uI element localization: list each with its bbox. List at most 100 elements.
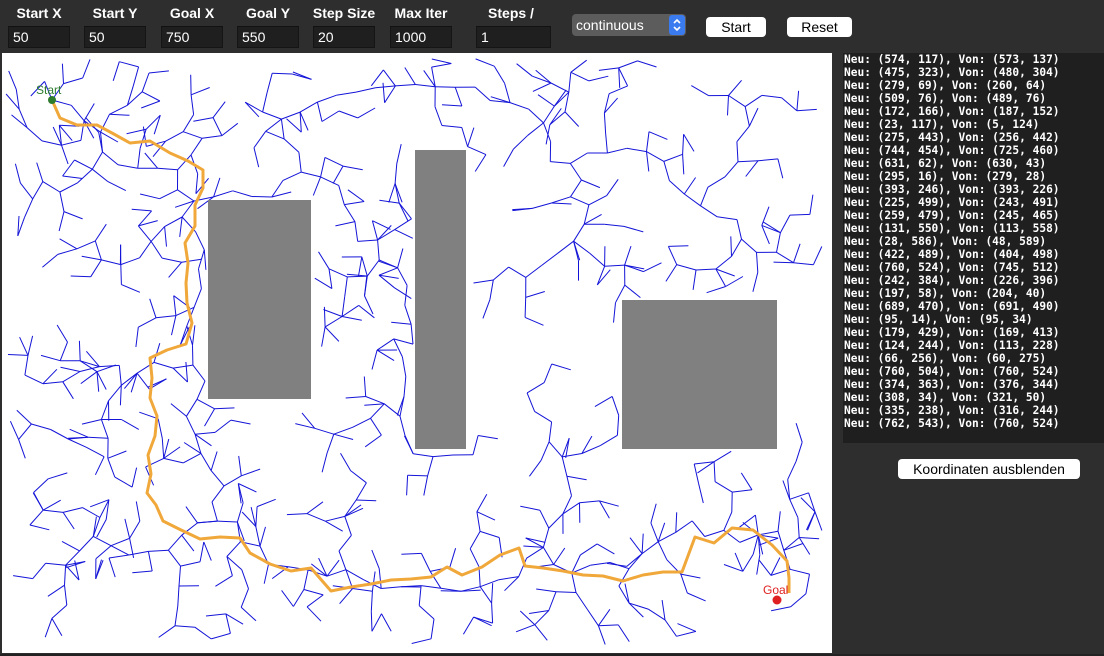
tree-edge xyxy=(94,240,102,261)
tree-edge xyxy=(536,588,557,593)
start-button[interactable]: Start xyxy=(706,17,766,37)
tree-edge xyxy=(525,265,543,278)
hide-coordinates-button[interactable]: Koordinaten ausblenden xyxy=(898,459,1080,479)
tree-edge xyxy=(779,214,791,233)
tree-edge xyxy=(613,302,616,323)
tree-edge xyxy=(51,604,68,619)
tree-edge xyxy=(150,226,165,242)
tree-edge xyxy=(423,475,429,496)
tree-edge xyxy=(33,478,49,493)
tree-edge xyxy=(603,113,607,134)
tree-edge xyxy=(809,194,814,215)
log-line: Neu: (242, 384), Von: (226, 396) xyxy=(844,274,1060,287)
tree-edge xyxy=(195,231,205,251)
tree-edge xyxy=(580,543,598,556)
tree-edge xyxy=(745,160,759,177)
log-line: Neu: (66, 256), Von: (60, 275) xyxy=(844,352,1047,365)
tree-edge xyxy=(539,509,550,529)
tree-edge xyxy=(356,499,377,502)
tree-edge xyxy=(255,506,258,527)
goal-y-label: Goal Y xyxy=(245,5,291,21)
tree-edge xyxy=(371,613,382,632)
tree-edge xyxy=(562,453,582,458)
tree-edge xyxy=(263,564,269,584)
tree-edge xyxy=(161,438,165,459)
tree-edge xyxy=(58,211,65,232)
tree-edge xyxy=(629,537,643,554)
max-iter-field: Max Iter xyxy=(390,4,452,48)
tree-edge xyxy=(513,134,529,150)
tree-edge xyxy=(124,518,131,539)
max-iter-input[interactable] xyxy=(390,26,452,48)
tree-edge xyxy=(144,152,159,169)
tree-edge xyxy=(181,534,195,552)
step-size-input[interactable] xyxy=(313,26,375,48)
tree-edge xyxy=(434,106,443,126)
tree-edge xyxy=(440,590,461,592)
tree-edge xyxy=(312,176,322,196)
tree-edge xyxy=(100,419,109,439)
tree-edge xyxy=(410,324,414,345)
tree-edge xyxy=(551,202,572,205)
tree-edge xyxy=(61,139,82,146)
tree-edge xyxy=(190,87,210,96)
start-x-input[interactable] xyxy=(8,26,70,48)
tree-edge xyxy=(473,279,494,284)
tree-edge xyxy=(777,511,781,532)
tree-edge xyxy=(698,483,704,504)
tree-edge xyxy=(339,588,353,605)
tree-edge xyxy=(43,509,64,513)
tree-edge xyxy=(646,151,665,162)
tree-edge xyxy=(29,524,50,531)
tree-edge xyxy=(713,461,716,482)
tree-edge xyxy=(777,531,785,551)
tree-edge xyxy=(728,79,742,96)
tree-edge xyxy=(683,134,695,152)
tree-edge xyxy=(141,100,161,109)
tree-edge xyxy=(534,624,548,641)
log-line: Neu: (23, 117), Von: (5, 124) xyxy=(844,118,1040,131)
tree-edge xyxy=(341,296,346,317)
start-y-field: Start Y xyxy=(84,4,146,48)
tree-edge xyxy=(20,182,34,200)
tree-edge xyxy=(647,608,666,621)
tree-edge xyxy=(226,541,241,557)
reset-button[interactable]: Reset xyxy=(787,17,852,37)
tree-edge xyxy=(364,434,382,448)
tree-edge xyxy=(687,592,706,602)
tree-edge xyxy=(776,232,781,253)
tree-edge xyxy=(40,354,61,362)
tree-edge xyxy=(376,349,395,362)
start-y-input[interactable] xyxy=(84,26,146,48)
tree-edge xyxy=(475,58,495,67)
tree-edge xyxy=(350,470,367,484)
steps-per-frame-input[interactable] xyxy=(476,26,551,48)
tree-edge xyxy=(62,159,75,177)
tree-edge xyxy=(120,264,122,285)
goal-y-input[interactable] xyxy=(237,26,299,48)
tree-edge xyxy=(787,461,797,480)
tree-edge xyxy=(489,279,494,300)
tree-edge xyxy=(157,418,163,439)
tree-edge xyxy=(265,130,285,140)
tree-edge xyxy=(758,559,772,576)
tree-edge xyxy=(537,94,555,107)
tree-edge xyxy=(306,501,324,515)
tree-edge xyxy=(338,550,347,570)
tree-edge xyxy=(667,246,678,265)
log-line: Neu: (124, 244), Von: (113, 228) xyxy=(844,339,1060,352)
tree-edge xyxy=(480,579,500,588)
tree-edge xyxy=(623,225,644,233)
tree-edge xyxy=(388,183,396,203)
goal-y-field: Goal Y xyxy=(237,4,299,48)
tree-edge xyxy=(182,114,195,132)
tree-edge xyxy=(535,69,552,84)
tree-edge xyxy=(752,272,759,292)
tree-edge xyxy=(95,545,112,560)
tree-edge xyxy=(742,554,754,572)
tree-edge xyxy=(192,325,196,346)
mode-select[interactable]: continuous xyxy=(572,14,686,36)
tree-edge xyxy=(548,513,564,529)
goal-x-input[interactable] xyxy=(161,26,223,48)
rrt-canvas[interactable]: Start Goal xyxy=(2,53,832,653)
